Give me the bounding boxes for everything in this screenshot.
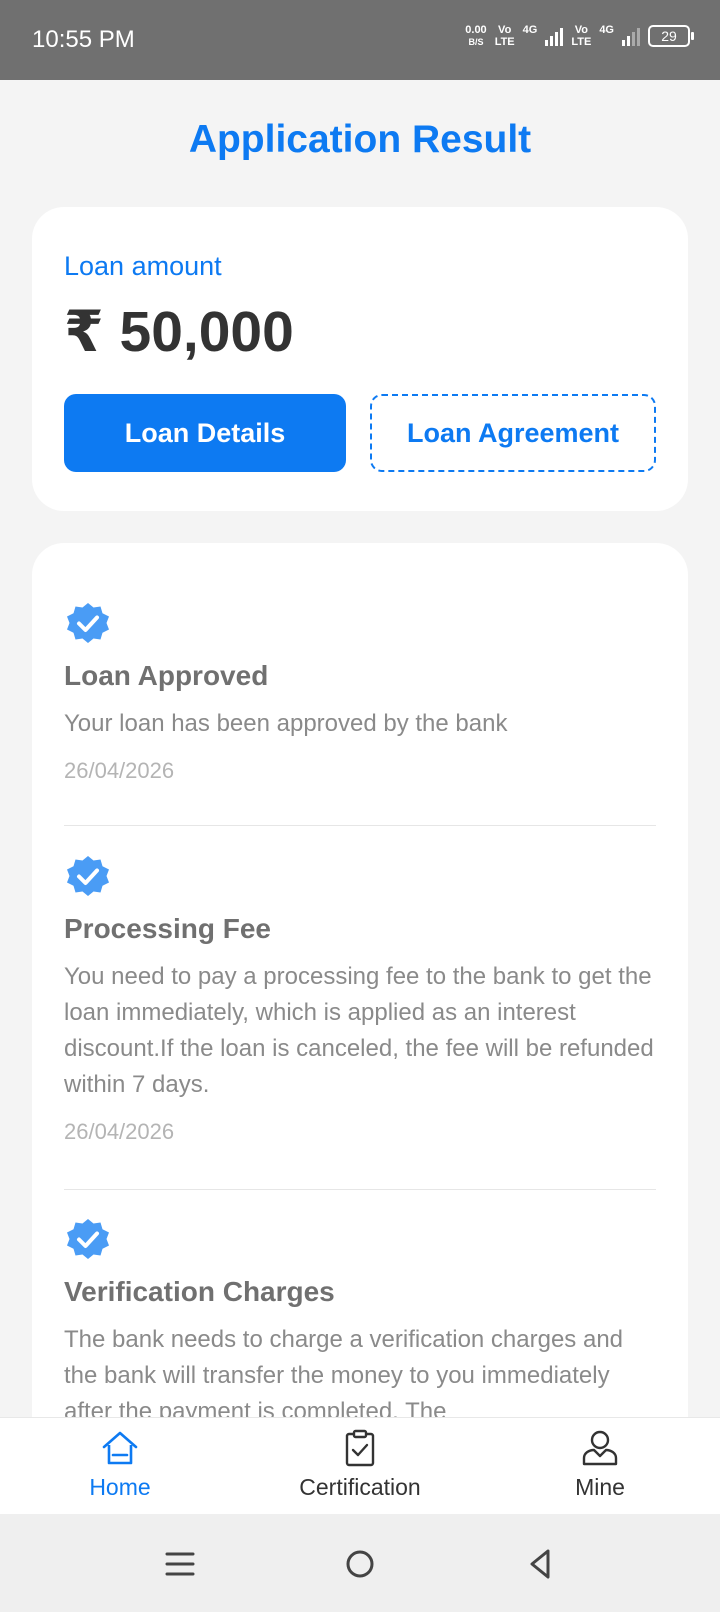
- nav-certification-label: Certification: [299, 1474, 421, 1500]
- network-gen-1: 4G: [522, 24, 538, 36]
- network-gen-2: 4G: [599, 24, 614, 36]
- timeline-item-description: The bank needs to charge a verification …: [64, 1326, 624, 1425]
- battery-tip: [691, 32, 694, 40]
- loan-amount-value: ₹ 50,000: [64, 300, 294, 364]
- status-time: 10:55 PM: [32, 26, 135, 53]
- clipboard-check-icon: [345, 1429, 375, 1467]
- battery-level: 29: [648, 25, 690, 47]
- timeline-item-title: Verification Charges: [64, 1276, 335, 1307]
- loan-details-button[interactable]: Loan Details: [64, 394, 346, 472]
- loan-amount-card: Loan amount ₹ 50,000 Loan Details Loan A…: [32, 207, 688, 511]
- status-icons: 0.00 B/S Vo LTE 4G Vo LTE 4G 29: [465, 24, 694, 48]
- timeline-divider: [64, 1189, 656, 1190]
- nav-home[interactable]: Home: [20, 1428, 220, 1501]
- timeline-item-title: Processing Fee: [64, 913, 271, 944]
- volte-1-top: Vo: [498, 24, 512, 36]
- volte-2-bottom: LTE: [571, 36, 592, 48]
- system-navigation-bar: [0, 1514, 720, 1612]
- nav-mine[interactable]: Mine: [500, 1428, 700, 1501]
- menu-icon[interactable]: [160, 1544, 200, 1584]
- status-bar: 10:55 PM 0.00 B/S Vo LTE 4G Vo LTE 4G 29: [0, 0, 720, 80]
- timeline-item-description: Your loan has been approved by the bank: [64, 710, 508, 737]
- verified-check-icon: [67, 1219, 109, 1259]
- home-circle-icon[interactable]: [340, 1544, 380, 1584]
- volte-indicator-2: Vo LTE: [571, 24, 591, 48]
- application-timeline-card: Loan Approved Your loan has been approve…: [32, 543, 688, 1483]
- timeline-item-date: 26/04/2026: [64, 758, 175, 783]
- timeline-item: Verification Charges The bank needs to c…: [64, 1215, 656, 1430]
- volte-2-top: Vo: [574, 24, 588, 36]
- nav-mine-label: Mine: [575, 1474, 625, 1500]
- timeline-item-date: 26/04/2026: [64, 1119, 175, 1144]
- net-speed-value: 0.00: [465, 24, 487, 36]
- home-icon: [102, 1431, 138, 1465]
- user-icon: [582, 1430, 618, 1466]
- verified-check-icon: [67, 856, 109, 896]
- timeline-item-description: You need to pay a processing fee to the …: [64, 963, 654, 1098]
- timeline-item: Processing Fee You need to pay a process…: [64, 852, 656, 1145]
- page-title: Application Result: [188, 118, 532, 161]
- signal-icon-1: [545, 26, 564, 46]
- bottom-navigation: Home Certification Mine: [0, 1417, 720, 1514]
- volte-1-bottom: LTE: [494, 36, 515, 48]
- loan-amount-label: Loan amount: [64, 251, 222, 281]
- battery-icon: 29: [648, 25, 694, 47]
- volte-indicator-1: Vo LTE: [495, 24, 515, 48]
- timeline-item: Loan Approved Your loan has been approve…: [64, 599, 656, 784]
- timeline-divider: [64, 825, 656, 826]
- net-speed: 0.00 B/S: [465, 24, 486, 48]
- net-speed-unit: B/S: [468, 37, 484, 47]
- nav-certification[interactable]: Certification: [260, 1428, 460, 1501]
- verified-check-icon: [67, 603, 109, 643]
- loan-agreement-button[interactable]: Loan Agreement: [370, 394, 656, 472]
- nav-home-label: Home: [89, 1474, 151, 1500]
- timeline-item-title: Loan Approved: [64, 660, 269, 691]
- signal-icon-2: [622, 26, 640, 46]
- back-icon[interactable]: [520, 1544, 560, 1584]
